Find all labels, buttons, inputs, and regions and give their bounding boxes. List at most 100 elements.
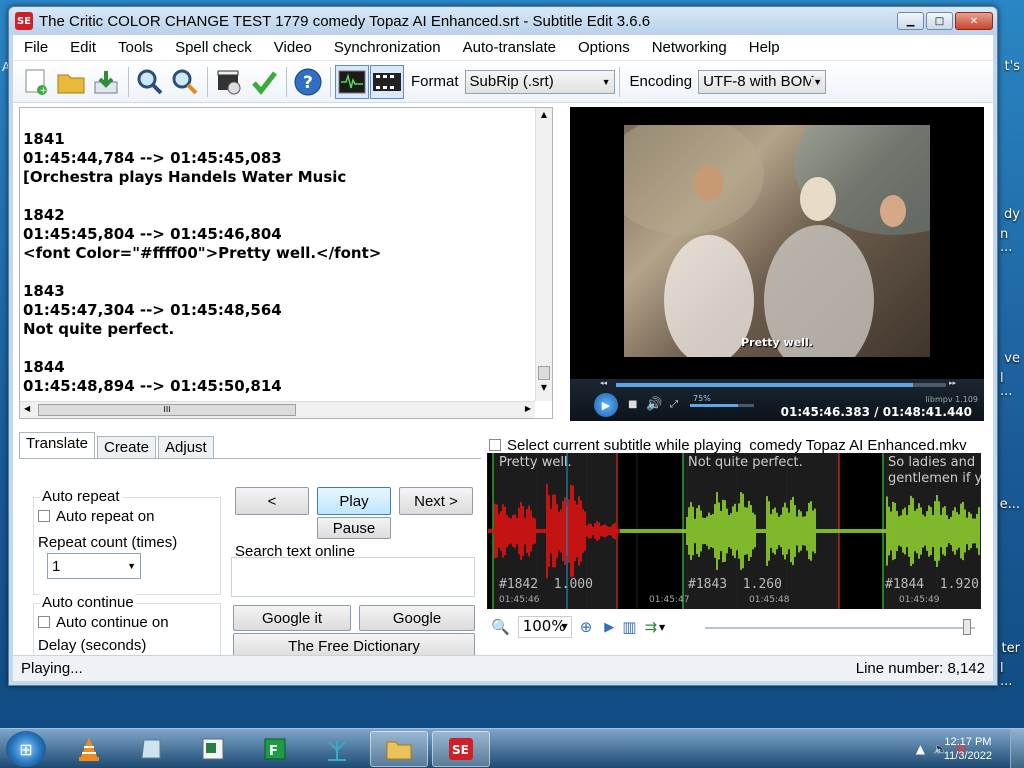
seek-bar[interactable] (616, 383, 946, 387)
document-viewer-icon[interactable] (184, 731, 242, 767)
tools-panel: Translate Create Adjust Auto repeat Auto… (19, 432, 481, 663)
seek-silence-icon[interactable]: ⇉ (644, 618, 657, 636)
open-folder-icon[interactable] (54, 65, 88, 99)
video-player[interactable]: Pretty well. (570, 107, 984, 379)
slider-thumb[interactable] (963, 619, 971, 635)
play-icon[interactable]: ▶ (594, 393, 618, 417)
waveform-icon[interactable] (335, 64, 369, 99)
desktop-fragment: n ... (1000, 227, 1013, 255)
play-selection-icon[interactable]: ▶ (604, 620, 614, 635)
zoom-select[interactable]: 100% ▼ (517, 616, 572, 638)
previous-button[interactable]: < (235, 487, 309, 515)
segment-label: #1842 1.000 (499, 577, 593, 592)
tab-translate[interactable]: Translate (19, 432, 95, 458)
scroll-up-icon[interactable]: ▲ (536, 110, 552, 126)
menu-networking[interactable]: Networking (641, 39, 738, 56)
menu-video[interactable]: Video (263, 39, 323, 56)
select-while-playing-checkbox[interactable] (489, 439, 501, 451)
minimize-button[interactable]: ▁ (897, 12, 924, 30)
play-button[interactable]: Play (317, 487, 391, 515)
renderer-label: libmpv 1.109 (925, 395, 978, 404)
menu-spell-check[interactable]: Spell check (164, 39, 263, 56)
encoding-select[interactable]: UTF-8 with BOM ▼ (698, 69, 827, 94)
google-button[interactable]: Google (359, 605, 475, 631)
spectrogram-icon[interactable]: ▥ (622, 618, 636, 636)
subtitle-edit-taskbar-icon[interactable]: SE (432, 731, 490, 767)
menu-edit[interactable]: Edit (59, 39, 107, 56)
spell-check-icon[interactable] (247, 65, 281, 99)
menu-options[interactable]: Options (567, 39, 641, 56)
auto-continue-group: Auto continue Auto continue on Delay (se… (33, 594, 221, 663)
scroll-left-icon[interactable]: ◀ (24, 404, 30, 413)
scroll-thumb[interactable] (538, 366, 550, 380)
vlc-icon[interactable] (60, 731, 118, 767)
close-button[interactable]: ✕ (955, 12, 993, 30)
tab-adjust[interactable]: Adjust (158, 436, 214, 458)
google-it-button[interactable]: Google it (233, 605, 351, 631)
new-icon[interactable]: + (19, 65, 53, 99)
auto-continue-checkbox[interactable]: Auto continue on (38, 614, 169, 631)
repeat-count-value: 1 (52, 557, 61, 575)
segment-text: Pretty well. (499, 455, 572, 470)
notebook-icon[interactable] (122, 731, 180, 767)
next-button[interactable]: Next > (399, 487, 473, 515)
antenna-app-icon[interactable] (308, 731, 366, 767)
zoom-out-icon[interactable]: 🔍 (491, 618, 510, 636)
stop-icon[interactable]: ■ (628, 399, 637, 410)
scroll-right-icon[interactable]: ▶ (525, 404, 531, 413)
menu-synchronization[interactable]: Synchronization (323, 39, 452, 56)
menu-file[interactable]: File (13, 39, 59, 56)
auto-repeat-group: Auto repeat Auto repeat on Repeat count … (33, 488, 221, 595)
clock[interactable]: 12:17 PM 11/3/2022 (944, 735, 992, 763)
checkbox-icon[interactable] (38, 616, 50, 628)
segment-text: So ladies and gentlemen if yo (888, 455, 981, 486)
fullscreen-icon[interactable]: ⤢ (670, 399, 678, 410)
file-editor-icon[interactable]: F (246, 731, 304, 767)
search-text-input[interactable] (231, 557, 475, 597)
maximize-button[interactable]: □ (926, 12, 953, 30)
volume-percent: 75% (693, 394, 711, 403)
help-icon[interactable]: ? (291, 65, 325, 99)
toolbar-separator (128, 66, 129, 97)
volume-icon[interactable]: 🔊 (646, 397, 662, 412)
horizontal-scroll-thumb[interactable]: III (38, 404, 296, 416)
show-desktop-button[interactable] (1010, 729, 1024, 768)
zoom-in-icon[interactable]: ⊕ (580, 618, 593, 636)
tab-create[interactable]: Create (96, 436, 157, 458)
video-icon[interactable] (370, 64, 404, 99)
video-subtitle-overlay: Pretty well. (741, 336, 813, 349)
app-icon[interactable]: SE (15, 12, 33, 30)
desktop-fragment: l ... (1000, 371, 1013, 399)
start-button[interactable]: ⊞ (6, 731, 46, 767)
menu-auto-translate[interactable]: Auto-translate (452, 39, 567, 56)
title-bar[interactable]: SE The Critic COLOR CHANGE TEST 1779 com… (9, 7, 997, 35)
auto-continue-title: Auto continue (40, 594, 136, 611)
replace-icon[interactable] (168, 65, 202, 99)
waveform-zoom-slider[interactable] (705, 627, 975, 629)
auto-repeat-checkbox[interactable]: Auto repeat on (38, 508, 154, 525)
video-file-name: comedy Topaz AI Enhanced.mkv (749, 437, 967, 454)
save-download-icon[interactable] (89, 65, 123, 99)
subtitle-source-editor[interactable]: 1841 01:45:44,784 --> 01:45:45,083 [Orch… (19, 107, 553, 419)
horizontal-scrollbar[interactable]: ◀ III ▶ (20, 401, 535, 418)
tray-expand-icon[interactable]: ▲ (916, 742, 925, 756)
menu-tools[interactable]: Tools (107, 39, 164, 56)
audio-waveform[interactable]: Pretty well. Not quite perfect. So ladie… (487, 453, 981, 609)
vertical-scrollbar[interactable]: ▲ ▼ (535, 108, 552, 401)
scroll-down-icon[interactable]: ▼ (536, 383, 552, 399)
format-select[interactable]: SubRip (.srt) ▼ (464, 69, 615, 94)
skip-back-icon[interactable]: ◂◂ (600, 379, 607, 387)
toolbar-separator (207, 66, 208, 97)
file-explorer-icon[interactable] (370, 731, 428, 767)
menu-help[interactable]: Help (738, 39, 791, 56)
pause-button[interactable]: Pause (317, 517, 391, 539)
skip-forward-icon[interactable]: ▸▸ (949, 379, 956, 387)
repeat-count-select[interactable]: 1 ▼ (47, 553, 141, 579)
subtitle-source-text[interactable]: 1841 01:45:44,784 --> 01:45:45,083 [Orch… (23, 130, 381, 396)
find-icon[interactable] (133, 65, 167, 99)
visual-sync-icon[interactable] (212, 65, 246, 99)
volume-slider[interactable] (690, 404, 754, 407)
checkbox-icon[interactable] (38, 510, 50, 522)
seek-fill (616, 383, 913, 387)
chevron-down-icon[interactable]: ▼ (659, 623, 665, 632)
